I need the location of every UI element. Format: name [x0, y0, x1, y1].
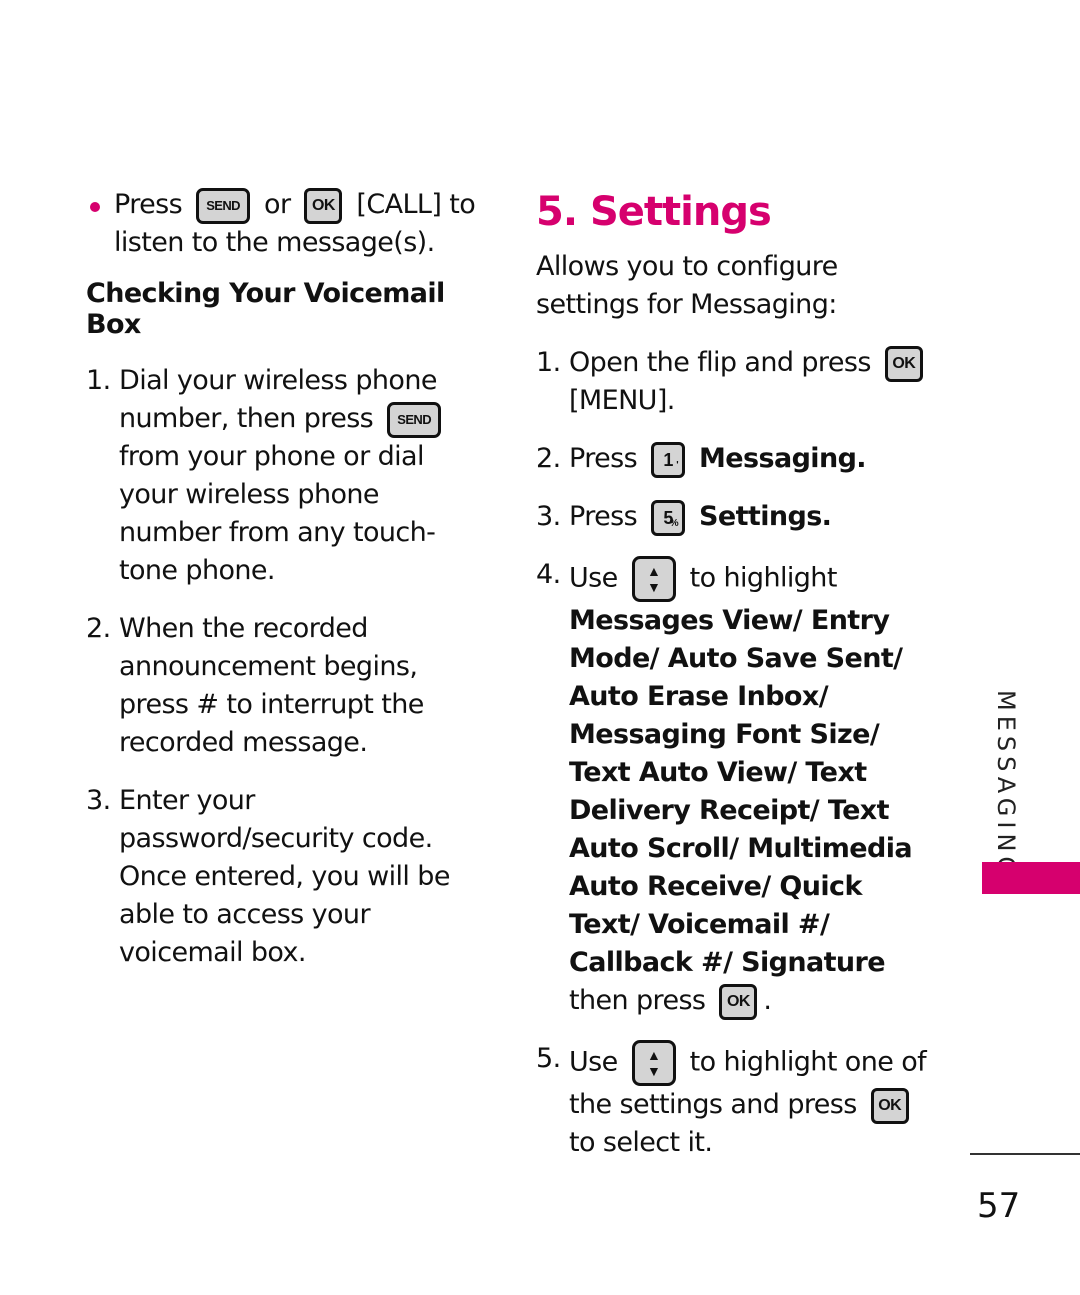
right-column: 5. Settings Allows you to configure sett…: [536, 186, 936, 1182]
footer-divider: [970, 1153, 1080, 1155]
nav-up-down-key-icon: ▲ ▼: [631, 1040, 676, 1086]
list-item: 1. Open the flip and press OK [MENU].: [536, 344, 936, 420]
list-item: 1. Dial your wireless phone number, then…: [86, 362, 486, 590]
ok-key-icon: OK: [304, 187, 343, 224]
bullet-text: Press SEND or OK [CALL] to listen to the…: [114, 187, 476, 258]
section-tab-label: MESSAGING: [992, 690, 1020, 881]
ok-key-icon: OK: [870, 1087, 909, 1124]
nav-up-down-key-icon: ▲ ▼: [631, 556, 676, 602]
list-item: 3. Enter your password/security code. On…: [86, 785, 450, 968]
list-item: 4. Use ▲ ▼ to highlight Messages View/ En…: [536, 556, 936, 1020]
call-voicemail-bullet: Press SEND or OK [CALL] to listen to the…: [86, 186, 486, 262]
section-tab-marker: [982, 862, 1080, 894]
ok-key-icon: OK: [719, 983, 758, 1020]
ok-key-icon: OK: [884, 345, 923, 382]
send-key-icon: SEND: [196, 187, 251, 224]
section-heading: Checking Your Voicemail Box: [86, 278, 445, 340]
page-title: 5. Settings: [536, 189, 772, 235]
list-item: 2. When the recorded announcement begins…: [86, 613, 424, 758]
send-key-icon: SEND: [387, 401, 442, 438]
key-1-icon: 1 ': [651, 441, 686, 478]
list-item: 2. Press 1 ' Messaging.: [536, 440, 936, 478]
page-number: 57: [977, 1186, 1021, 1226]
list-item: 3. Press 5% Settings.: [536, 498, 936, 536]
list-item: 5. Use ▲ ▼ to highlight one of the settin…: [536, 1040, 936, 1162]
intro-text: Allows you to configure settings for Mes…: [536, 251, 838, 320]
left-column: Press SEND or OK [CALL] to listen to the…: [86, 186, 486, 992]
bullet-dot-icon: [90, 202, 100, 212]
key-5-icon: 5%: [651, 499, 686, 536]
